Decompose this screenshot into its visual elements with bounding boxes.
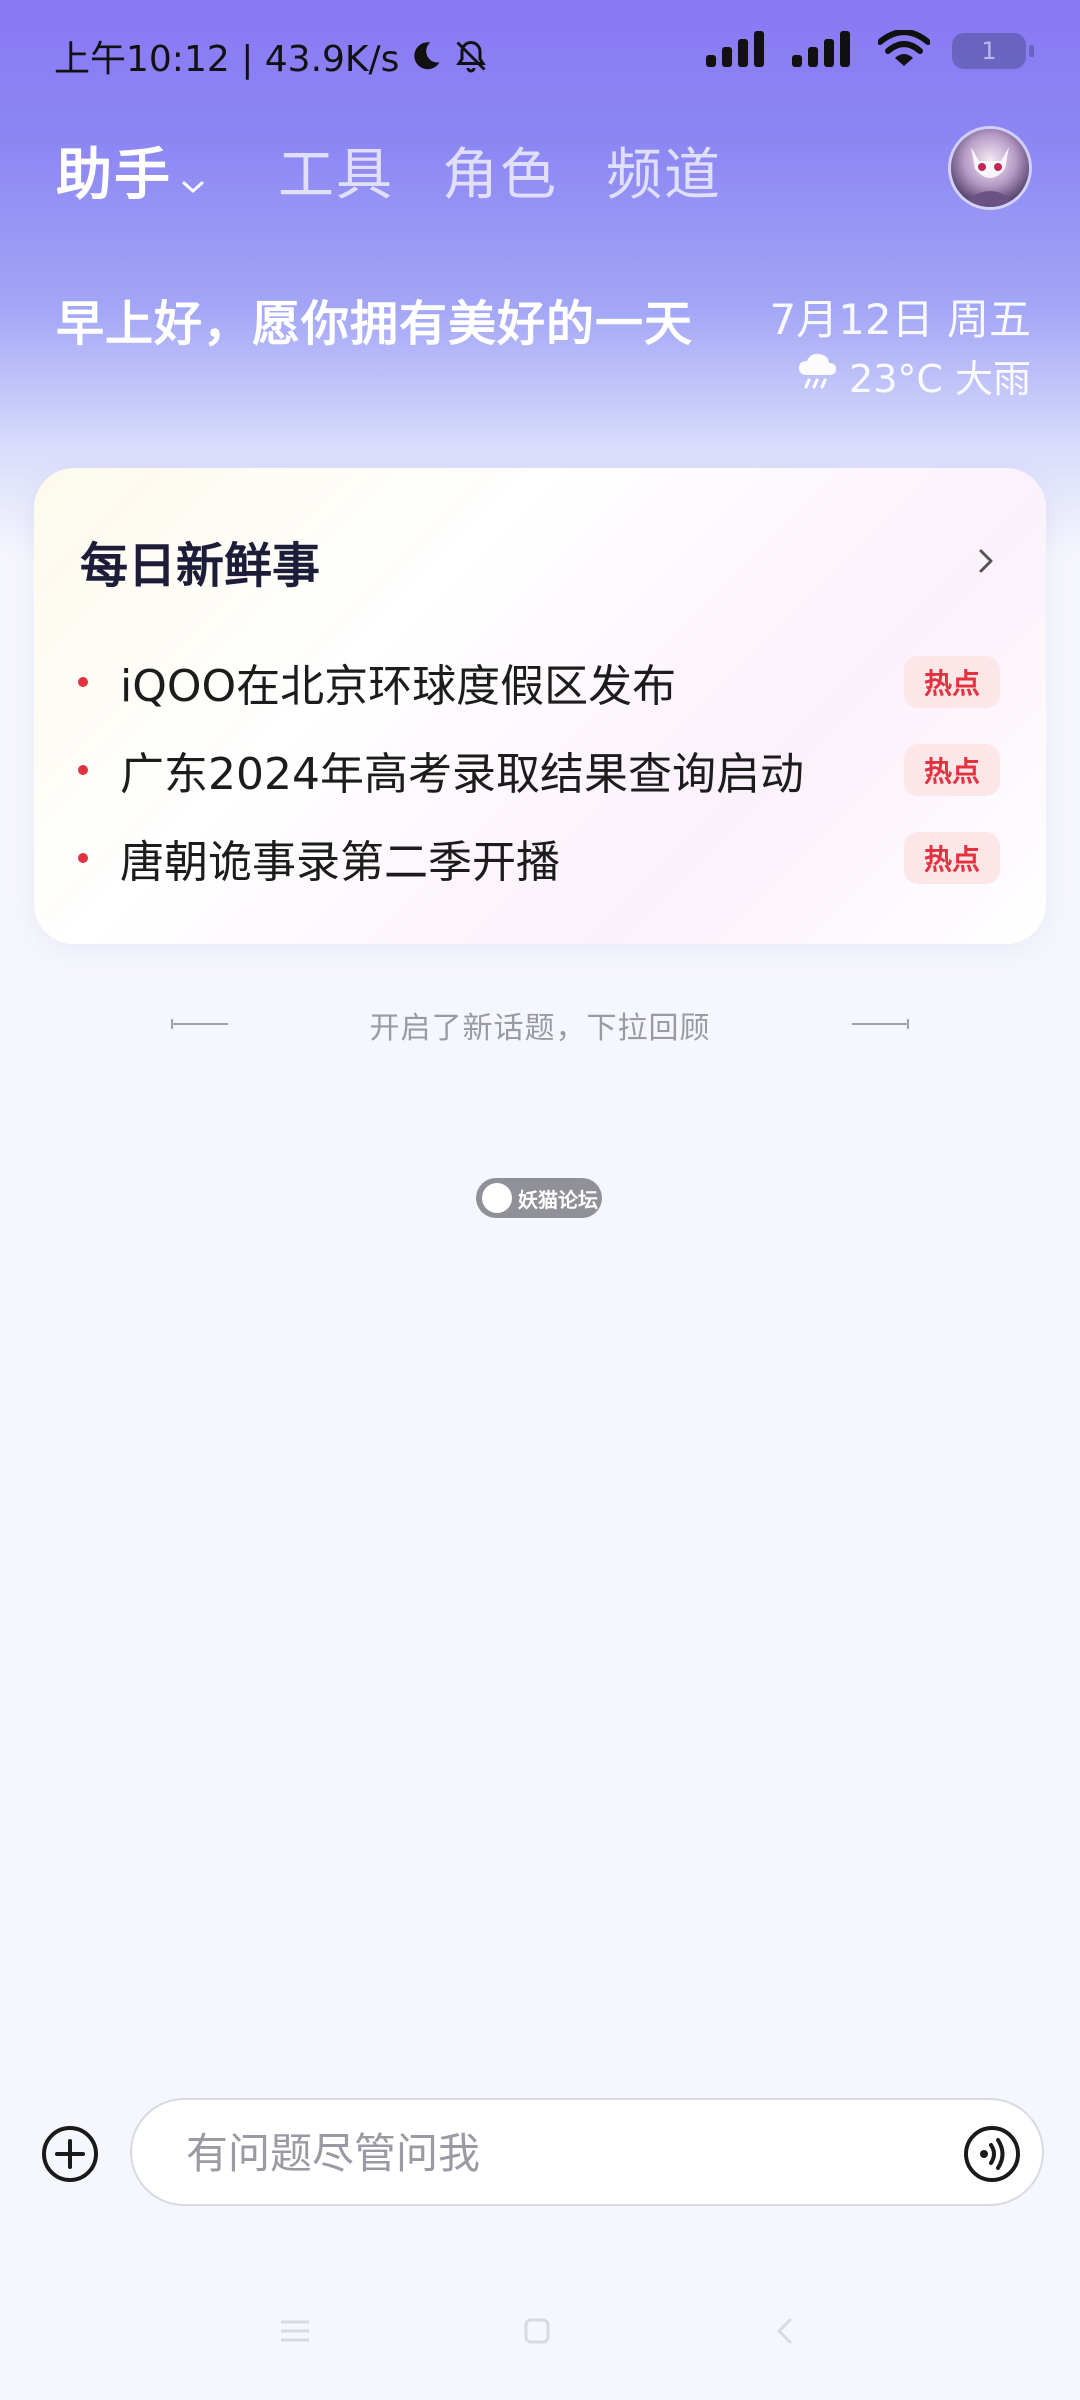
hot-badge: 热点 (904, 656, 1000, 708)
forum-watermark: 妖猫论坛 (476, 1178, 602, 1218)
bell-off-icon (453, 38, 489, 74)
status-left: 上午10:12 | 43.9K/s (54, 30, 489, 82)
signal-icon (706, 31, 770, 71)
chevron-right-icon[interactable] (976, 546, 996, 580)
bullet-dot (78, 765, 88, 775)
weather-text: 23°C 大雨 (849, 357, 1031, 401)
avatar[interactable] (948, 126, 1032, 210)
bullet-dot (78, 853, 88, 863)
composer (40, 2098, 1046, 2210)
bullet-dot (78, 677, 88, 687)
greeting-section: 早上好，愿你拥有美好的一天 7月12日 周五 23°C 大雨 (56, 278, 1031, 418)
greeting-text: 早上好，愿你拥有美好的一天 (56, 296, 694, 352)
news-item[interactable]: iQOO在北京环球度假区发布 热点 (74, 638, 1014, 726)
news-item-text: iQOO在北京环球度假区发布 (120, 661, 677, 712)
news-item[interactable]: 唐朝诡事录第二季开播 热点 (74, 814, 1014, 902)
tab-tools[interactable]: 工具 (278, 130, 394, 211)
divider-text: 开启了新话题，下拉回顾 (369, 1011, 711, 1046)
status-right: 1 (706, 29, 1034, 72)
tab-channels[interactable]: 频道 (606, 130, 722, 211)
status-bar: 上午10:12 | 43.9K/s 1 (0, 0, 1080, 110)
battery-level: 1 (981, 37, 997, 65)
weather[interactable]: 23°C 大雨 (795, 348, 1031, 403)
news-item-text: 广东2024年高考录取结果查询启动 (120, 749, 804, 800)
back-icon[interactable] (772, 2316, 798, 2350)
news-item[interactable]: 广东2024年高考录取结果查询启动 热点 (74, 726, 1014, 814)
hot-badge: 热点 (904, 744, 1000, 796)
tab-roles-label: 角色 (442, 143, 558, 208)
tab-assistant-label: 助手 (56, 143, 172, 208)
tab-assistant[interactable]: 助手 (56, 130, 206, 211)
tab-channels-label: 频道 (606, 143, 722, 208)
divider-line-left (170, 1016, 230, 1035)
signal-icon (792, 31, 856, 71)
top-nav: 助手 工具 角色 频道 (56, 120, 1036, 220)
news-list: iQOO在北京环球度假区发布 热点 广东2024年高考录取结果查询启动 热点 唐… (74, 638, 1014, 902)
tab-roles[interactable]: 角色 (442, 130, 558, 211)
moon-icon (409, 39, 443, 73)
battery-icon: 1 (952, 33, 1034, 69)
news-item-text: 唐朝诡事录第二季开播 (120, 837, 560, 888)
new-topic-divider: 开启了新话题，下拉回顾 (170, 1000, 910, 1050)
menu-icon[interactable] (278, 2316, 312, 2350)
status-time-speed: 上午10:12 | 43.9K/s (54, 39, 400, 80)
daily-news-card: 每日新鲜事 iQOO在北京环球度假区发布 热点 广东2024年高考录取结果查询启… (34, 468, 1046, 944)
voice-input-icon[interactable] (962, 2124, 1022, 2188)
wifi-icon (877, 29, 931, 72)
watermark-text: 妖猫论坛 (518, 1187, 598, 1212)
hot-badge: 热点 (904, 832, 1000, 884)
tab-tools-label: 工具 (278, 143, 394, 208)
message-input[interactable] (184, 2122, 888, 2184)
divider-line-right (850, 1016, 910, 1035)
daily-news-title: 每日新鲜事 (80, 538, 321, 594)
rain-cloud-icon (795, 351, 839, 400)
date-text: 7月12日 周五 (769, 295, 1031, 344)
watermark-logo-icon (482, 1183, 512, 1213)
message-input-box[interactable] (130, 2098, 1044, 2206)
system-nav-bar (0, 2300, 1080, 2380)
chevron-down-icon (180, 146, 206, 211)
home-icon[interactable] (522, 2316, 552, 2350)
add-button[interactable] (40, 2124, 100, 2188)
